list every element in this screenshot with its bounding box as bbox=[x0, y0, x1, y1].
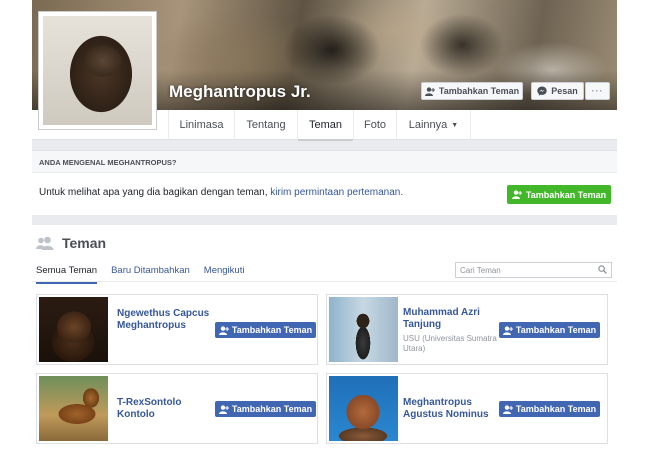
add-friend-button[interactable]: Tambahkan Teman bbox=[215, 401, 316, 417]
tab-timeline[interactable]: Linimasa bbox=[168, 110, 234, 140]
friend-name[interactable]: Ngewethus Capcus Meghantropus bbox=[117, 308, 212, 332]
more-options-button[interactable]: ··· bbox=[585, 82, 610, 100]
add-friend-button[interactable]: Tambahkan Teman bbox=[499, 401, 600, 417]
add-friend-button-cover[interactable]: Tambahkan Teman bbox=[421, 82, 523, 100]
friend-card: T-RexSontolo Kontolo Tambahkan Teman bbox=[36, 373, 318, 444]
add-friend-label: Tambahkan Teman bbox=[515, 404, 597, 414]
add-friend-button-green[interactable]: Tambahkan Teman bbox=[507, 185, 611, 204]
add-friend-label: Tambahkan Teman bbox=[231, 325, 313, 335]
friend-name[interactable]: Muhammad Azri Tanjung bbox=[403, 307, 498, 331]
friend-card: Ngewethus Capcus Meghantropus Tambahkan … bbox=[36, 294, 318, 365]
add-friend-button[interactable]: Tambahkan Teman bbox=[499, 322, 600, 338]
tab-about[interactable]: Tentang bbox=[234, 110, 297, 140]
tab-photos-label: Foto bbox=[363, 119, 386, 131]
add-friend-icon bbox=[218, 325, 229, 335]
message-label: Pesan bbox=[551, 86, 578, 96]
tab-photos[interactable]: Foto bbox=[353, 110, 396, 140]
tab-friends-label: Teman bbox=[308, 119, 343, 131]
add-friend-button[interactable]: Tambahkan Teman bbox=[215, 322, 316, 338]
friend-avatar[interactable] bbox=[39, 376, 108, 441]
friends-panel: Teman Semua Teman Baru Ditambahkan Mengi… bbox=[32, 225, 617, 450]
message-button[interactable]: Pesan bbox=[531, 82, 584, 100]
add-friend-label: Tambahkan Teman bbox=[525, 189, 607, 200]
friend-avatar[interactable] bbox=[329, 376, 398, 441]
add-friend-icon bbox=[511, 190, 522, 199]
add-friend-label: Tambahkan Teman bbox=[438, 86, 520, 96]
add-friend-icon bbox=[502, 404, 513, 414]
add-friend-label: Tambahkan Teman bbox=[515, 325, 597, 335]
tab-more-label: Lainnya bbox=[408, 119, 448, 131]
friends-icon bbox=[36, 236, 54, 250]
profile-picture-image bbox=[43, 16, 152, 125]
know-person-heading: ANDA MENGENAL MEGHANTROPUS? bbox=[32, 151, 617, 173]
add-friend-icon bbox=[424, 86, 435, 96]
know-person-description: Untuk melihat apa yang dia bagikan denga… bbox=[39, 187, 271, 198]
add-friend-label: Tambahkan Teman bbox=[231, 404, 313, 414]
friend-name[interactable]: Meghantropus Agustus Nominus bbox=[403, 397, 498, 421]
messenger-icon bbox=[537, 86, 547, 96]
tab-about-label: Tentang bbox=[246, 119, 286, 131]
tab-more[interactable]: Lainnya ▼ bbox=[396, 110, 471, 140]
tab-friends[interactable]: Teman bbox=[297, 110, 353, 141]
friend-name[interactable]: T-RexSontolo Kontolo bbox=[117, 397, 212, 421]
add-friend-icon bbox=[502, 325, 513, 335]
friends-header: Teman bbox=[36, 235, 106, 251]
know-person-box: ANDA MENGENAL MEGHANTROPUS? Untuk meliha… bbox=[32, 150, 617, 215]
caret-down-icon: ▼ bbox=[451, 121, 459, 129]
friend-card: Meghantropus Agustus Nominus Tambahkan T… bbox=[326, 373, 608, 444]
subtabs-divider bbox=[32, 281, 617, 282]
friend-search-input[interactable] bbox=[456, 263, 596, 277]
friend-search bbox=[455, 262, 612, 278]
send-friend-request-link[interactable]: kirim permintaan pertemanan. bbox=[270, 187, 403, 198]
tab-timeline-label: Linimasa bbox=[179, 119, 224, 131]
search-icon[interactable] bbox=[598, 265, 607, 274]
know-person-text: Untuk melihat apa yang dia bagikan denga… bbox=[39, 187, 403, 198]
profile-name[interactable]: Meghantropus Jr. bbox=[169, 82, 311, 102]
profile-picture[interactable] bbox=[38, 11, 157, 130]
friend-avatar[interactable] bbox=[39, 297, 108, 362]
friends-title: Teman bbox=[62, 235, 107, 251]
friend-card: Muhammad Azri Tanjung USU (Universitas S… bbox=[326, 294, 608, 365]
friend-avatar[interactable] bbox=[329, 297, 398, 362]
add-friend-icon bbox=[218, 404, 229, 414]
friend-affiliation: USU (Universitas Sumatra Utara) bbox=[403, 334, 497, 353]
